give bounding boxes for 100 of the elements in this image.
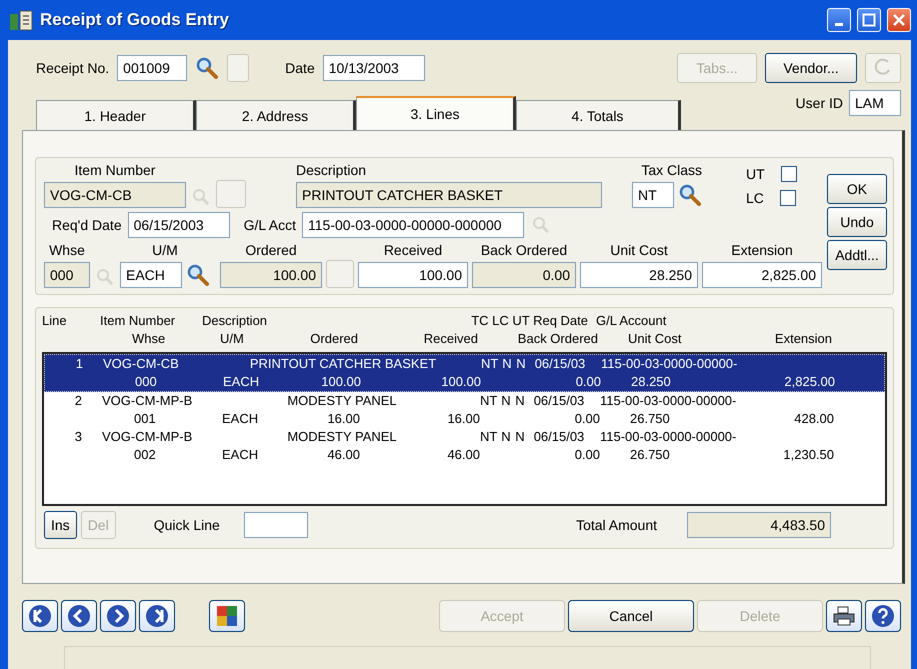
table-cell-text: 0.00 xyxy=(574,446,600,464)
printer-icon[interactable] xyxy=(826,600,862,632)
line-row[interactable]: 2 VOG-CM-MP-B MODESTY PANEL NT N N 06/15/03 115-00-03-0000-00000- 001 EACH 16.00 16.00 0.00 26.750 428.00 xyxy=(44,392,885,428)
extension-field[interactable]: 2,825.00 xyxy=(702,262,822,288)
cancel-button[interactable]: Cancel xyxy=(568,600,694,632)
table-cell-text: EACH xyxy=(223,373,260,391)
tax-class-field[interactable]: NT xyxy=(632,182,674,208)
table-cell-text: 1,230.50 xyxy=(782,446,834,464)
tab[interactable]: 4. Totals xyxy=(516,100,681,130)
table-cell-text: MODESTY PANEL xyxy=(286,428,398,446)
receipt-number-field[interactable]: 001009 xyxy=(117,55,188,81)
additional-button[interactable]: Addtl... xyxy=(827,240,887,270)
maximize-button[interactable] xyxy=(857,8,881,32)
table-cell-text: 2,825.00 xyxy=(783,373,835,391)
table-cell-text: VOG-CM-MP-B xyxy=(102,392,194,410)
field-label: Item Number xyxy=(74,162,156,180)
table-cell-text: 115-00-03-0000-00000- xyxy=(601,355,738,373)
column-header: G/L Account xyxy=(595,312,668,330)
table-cell-text: 000 xyxy=(135,373,158,391)
app-icon xyxy=(8,8,34,32)
tab[interactable]: 2. Address xyxy=(196,100,356,130)
table-cell-text: 26.750 xyxy=(630,410,671,428)
table-cell-text: NT xyxy=(480,428,498,446)
next-record-icon[interactable] xyxy=(100,600,136,632)
table-cell-text: 26.750 xyxy=(630,446,671,464)
checkbox[interactable] xyxy=(780,166,797,182)
column-header: Unit Cost xyxy=(628,330,682,348)
table-cell-text: PRINTOUT CATCHER BASKET xyxy=(248,355,438,373)
field-label: Unit Cost xyxy=(610,242,668,260)
undo-button[interactable]: Undo xyxy=(827,207,887,237)
field-label: Total Amount xyxy=(576,517,657,533)
ok-button[interactable]: OK xyxy=(827,174,887,204)
table-cell: N xyxy=(500,392,512,410)
field-label: Whse xyxy=(49,242,85,260)
received-field[interactable]: 100.00 xyxy=(358,262,468,288)
minimize-button[interactable] xyxy=(827,8,851,32)
unit-of-measure-field[interactable]: EACH xyxy=(120,262,182,288)
insert-line-button[interactable]: Ins xyxy=(44,511,77,539)
date-field[interactable]: 06/15/2003 xyxy=(128,212,230,238)
table-cell-text: N xyxy=(514,428,526,446)
table-cell-text: 28.250 xyxy=(631,373,672,391)
column-header: Extension xyxy=(774,330,832,348)
column-header: TC LC UT Req Date xyxy=(470,312,588,330)
search-icon[interactable] xyxy=(195,56,220,80)
column-header: Whse xyxy=(132,330,166,348)
field-label: U/M xyxy=(152,242,178,260)
checkbox-label: LC xyxy=(746,190,764,206)
close-button[interactable] xyxy=(887,8,911,32)
field-label: Description xyxy=(296,162,366,180)
table-cell-text: 001 xyxy=(134,410,157,428)
date-field[interactable]: 10/13/2003 xyxy=(322,55,425,81)
first-record-icon[interactable] xyxy=(22,600,58,632)
table-cell-text: 06/15/03 xyxy=(532,392,586,410)
table-cell-text: 115-00-03-0000-00000- xyxy=(600,392,738,410)
table-cell-text: 1 xyxy=(74,355,83,373)
column-header: U/M xyxy=(220,330,245,348)
field-label: Ordered xyxy=(245,242,297,260)
gl-account-field[interactable]: 115-00-03-0000-00000-000000 xyxy=(302,212,524,238)
field-label: Received xyxy=(384,242,442,260)
search-icon[interactable] xyxy=(186,263,210,287)
field-label: Back Ordered xyxy=(480,242,568,260)
user-id-field[interactable]: LAM xyxy=(849,90,901,116)
table-cell-text: 115-00-03-0000-00000- xyxy=(600,428,738,446)
table-cell: N xyxy=(500,428,512,446)
unit-cost-field[interactable]: 28.250 xyxy=(580,262,698,288)
line-row[interactable]: 3 VOG-CM-MP-B MODESTY PANEL NT N N 06/15/03 115-00-03-0000-00000- 002 EACH 46.00 46.00 0.00 26.750 1,230.50 xyxy=(44,428,885,464)
column-header: Description xyxy=(202,312,268,330)
table-cell-text: 3 xyxy=(74,428,82,446)
field-label: User ID xyxy=(796,95,843,111)
checkbox[interactable] xyxy=(780,190,796,206)
field-label: Extension xyxy=(731,242,793,260)
table-cell-text: 0.00 xyxy=(574,373,601,391)
field-label: Quick Line xyxy=(154,517,220,533)
table-cell-text: NT xyxy=(481,355,500,373)
close-icon xyxy=(892,13,906,27)
search-icon[interactable] xyxy=(678,183,702,207)
previous-record-icon[interactable] xyxy=(61,600,97,632)
table-cell-text: N xyxy=(515,355,527,373)
tab[interactable]: 3. Lines xyxy=(356,96,516,130)
checkbox-label: UT xyxy=(746,166,765,182)
tab[interactable]: 1. Header xyxy=(36,100,196,130)
column-header: Item Number xyxy=(100,312,176,330)
field-label: Receipt No. xyxy=(36,60,110,76)
table-cell-text: 16.00 xyxy=(446,410,480,428)
last-record-icon[interactable] xyxy=(139,600,175,632)
table-cell-text: 06/15/03 xyxy=(532,428,586,446)
help-icon[interactable] xyxy=(865,600,901,632)
table-cell-text: 100.00 xyxy=(440,373,481,391)
refresh-icon xyxy=(874,58,892,76)
table-cell-text: 06/15/03 xyxy=(534,355,586,373)
total-amount-field: 4,483.50 xyxy=(687,512,831,538)
line-row[interactable]: 1 VOG-CM-CB PRINTOUT CATCHER BASKET NT N N 06/15/03 115-00-03-0000-00000- 000 EACH 100.00 100.00 0.00 28.250 2,825.00 xyxy=(44,354,885,392)
window-title: Receipt of Goods Entry xyxy=(40,10,230,30)
table-cell-text: 428.00 xyxy=(793,410,834,428)
quick-line-field[interactable] xyxy=(244,512,308,538)
table-cell-text: NT xyxy=(480,392,498,410)
field-label: G/L Acct xyxy=(244,217,296,233)
vendor-button[interactable]: Vendor... xyxy=(765,53,857,83)
table-cell-text: 2 xyxy=(74,392,82,410)
column-header: Line xyxy=(42,312,68,330)
